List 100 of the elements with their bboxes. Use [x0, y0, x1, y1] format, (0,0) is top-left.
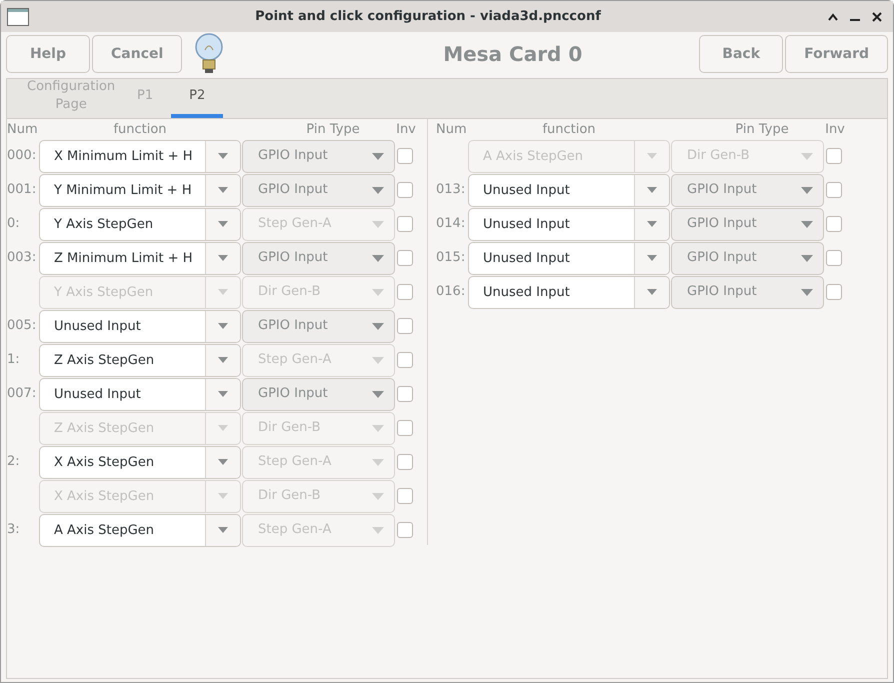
invert-checkbox[interactable] — [397, 284, 413, 300]
dropdown-arrow-icon — [372, 322, 384, 330]
pin-number: 1: — [7, 351, 21, 370]
column-header: Pin Type — [734, 121, 790, 140]
dropdown-arrow-icon[interactable] — [218, 527, 228, 533]
column-header: Num — [436, 121, 468, 140]
function-value: Z Axis StepGen — [53, 352, 156, 370]
maximize-icon[interactable] — [827, 12, 839, 22]
pin-number: 0: — [7, 215, 21, 234]
dropdown-arrow-icon[interactable] — [647, 187, 657, 193]
invert-checkbox[interactable] — [397, 454, 413, 470]
function-value: Unused Input — [482, 250, 571, 268]
pin-number: 005: — [7, 317, 38, 336]
dropdown-arrow-icon[interactable] — [218, 357, 228, 363]
function-combo[interactable]: Y Minimum Limit + H — [39, 174, 241, 206]
pin-type-combo[interactable]: GPIO Input — [242, 378, 395, 410]
pin-number: 001: — [7, 181, 38, 200]
dropdown-arrow-icon — [801, 288, 813, 296]
invert-checkbox[interactable] — [826, 284, 842, 300]
pin-number: 3: — [7, 521, 21, 540]
function-combo[interactable]: Unused Input — [468, 208, 670, 240]
pin-type-combo[interactable]: GPIO Input — [242, 140, 395, 172]
toolbar-button[interactable]: Help — [6, 35, 90, 73]
function-value: X Axis StepGen — [53, 454, 156, 472]
column-header: function — [112, 121, 168, 140]
dropdown-arrow-icon[interactable] — [218, 153, 228, 159]
function-value: Y Axis StepGen — [53, 216, 154, 234]
dropdown-arrow-icon[interactable] — [647, 289, 657, 295]
column-header: Inv — [824, 121, 846, 140]
invert-checkbox[interactable] — [397, 352, 413, 368]
invert-checkbox[interactable] — [397, 488, 413, 504]
pin-number: 013: — [436, 181, 466, 200]
pin-number: 015: — [436, 249, 466, 268]
function-combo[interactable]: X Minimum Limit + H — [39, 140, 241, 172]
pin-type-combo[interactable]: GPIO Input — [671, 174, 824, 206]
toolbar-button[interactable]: Cancel — [92, 35, 182, 73]
column-header: Pin Type — [305, 121, 361, 140]
pin-type-combo[interactable]: GPIO Input — [671, 242, 824, 274]
function-value: Y Minimum Limit + H — [53, 182, 193, 200]
dropdown-arrow-icon — [372, 220, 384, 228]
invert-checkbox[interactable] — [397, 318, 413, 334]
pin-type-combo[interactable]: GPIO Input — [242, 242, 395, 274]
dropdown-arrow-icon[interactable] — [218, 391, 228, 397]
invert-checkbox[interactable] — [826, 182, 842, 198]
column-header: Num — [7, 121, 39, 140]
function-combo[interactable]: Unused Input — [468, 174, 670, 206]
dropdown-arrow-icon — [372, 526, 384, 534]
dropdown-arrow-icon — [801, 220, 813, 228]
tab[interactable]: Configuration Page — [9, 78, 119, 118]
function-value: Unused Input — [53, 318, 142, 336]
dropdown-arrow-icon[interactable] — [647, 255, 657, 261]
dropdown-arrow-icon — [372, 458, 384, 466]
function-value: Z Minimum Limit + H — [53, 250, 194, 268]
function-combo[interactable]: Unused Input — [468, 276, 670, 308]
dropdown-arrow-icon — [372, 492, 384, 500]
tab[interactable]: P1 — [119, 78, 172, 118]
pin-number: 014: — [436, 215, 466, 234]
function-combo[interactable]: X Axis StepGen — [39, 446, 241, 478]
dropdown-arrow-icon[interactable] — [218, 187, 228, 193]
function-value: Unused Input — [53, 386, 142, 404]
pin-number: 003: — [7, 249, 38, 268]
function-combo[interactable]: Unused Input — [39, 378, 241, 410]
invert-checkbox[interactable] — [826, 250, 842, 266]
pin-type-combo[interactable]: GPIO Input — [242, 310, 395, 342]
window-icon — [7, 8, 29, 26]
column-header: function — [541, 121, 597, 140]
invert-checkbox[interactable] — [826, 148, 842, 164]
pin-type-combo[interactable]: GPIO Input — [671, 276, 824, 308]
invert-checkbox[interactable] — [397, 216, 413, 232]
function-combo[interactable]: Y Axis StepGen — [39, 208, 241, 240]
pin-type-combo[interactable]: GPIO Input — [671, 208, 824, 240]
function-combo[interactable]: Z Axis StepGen — [39, 344, 241, 376]
close-icon[interactable] — [871, 10, 883, 22]
invert-checkbox[interactable] — [397, 420, 413, 436]
invert-checkbox[interactable] — [397, 148, 413, 164]
pin-type-combo[interactable]: GPIO Input — [242, 174, 395, 206]
dropdown-arrow-icon[interactable] — [218, 323, 228, 329]
function-combo[interactable]: Unused Input — [39, 310, 241, 342]
invert-checkbox[interactable] — [826, 216, 842, 232]
dropdown-arrow-icon — [372, 186, 384, 194]
toolbar-button[interactable]: Back — [699, 35, 784, 73]
toolbar-button[interactable]: Forward — [785, 35, 888, 73]
dropdown-arrow-icon — [372, 390, 384, 398]
window-title: Point and click configuration - viada3d.pncconf — [254, 8, 602, 26]
invert-checkbox[interactable] — [397, 522, 413, 538]
dropdown-arrow-icon — [801, 254, 813, 262]
dropdown-arrow-icon[interactable] — [218, 459, 228, 465]
invert-checkbox[interactable] — [397, 386, 413, 402]
function-combo[interactable]: Unused Input — [468, 242, 670, 274]
invert-checkbox[interactable] — [397, 250, 413, 266]
pin-number: 2: — [7, 453, 21, 472]
dropdown-arrow-icon[interactable] — [647, 221, 657, 227]
pin-number: 000: — [7, 147, 38, 166]
invert-checkbox[interactable] — [397, 182, 413, 198]
dropdown-arrow-icon — [372, 424, 384, 432]
function-combo[interactable]: Z Minimum Limit + H — [39, 242, 241, 274]
function-value: X Minimum Limit + H — [53, 148, 194, 166]
dropdown-arrow-icon[interactable] — [218, 255, 228, 261]
function-combo[interactable]: A Axis StepGen — [39, 514, 241, 546]
dropdown-arrow-icon[interactable] — [218, 221, 228, 227]
